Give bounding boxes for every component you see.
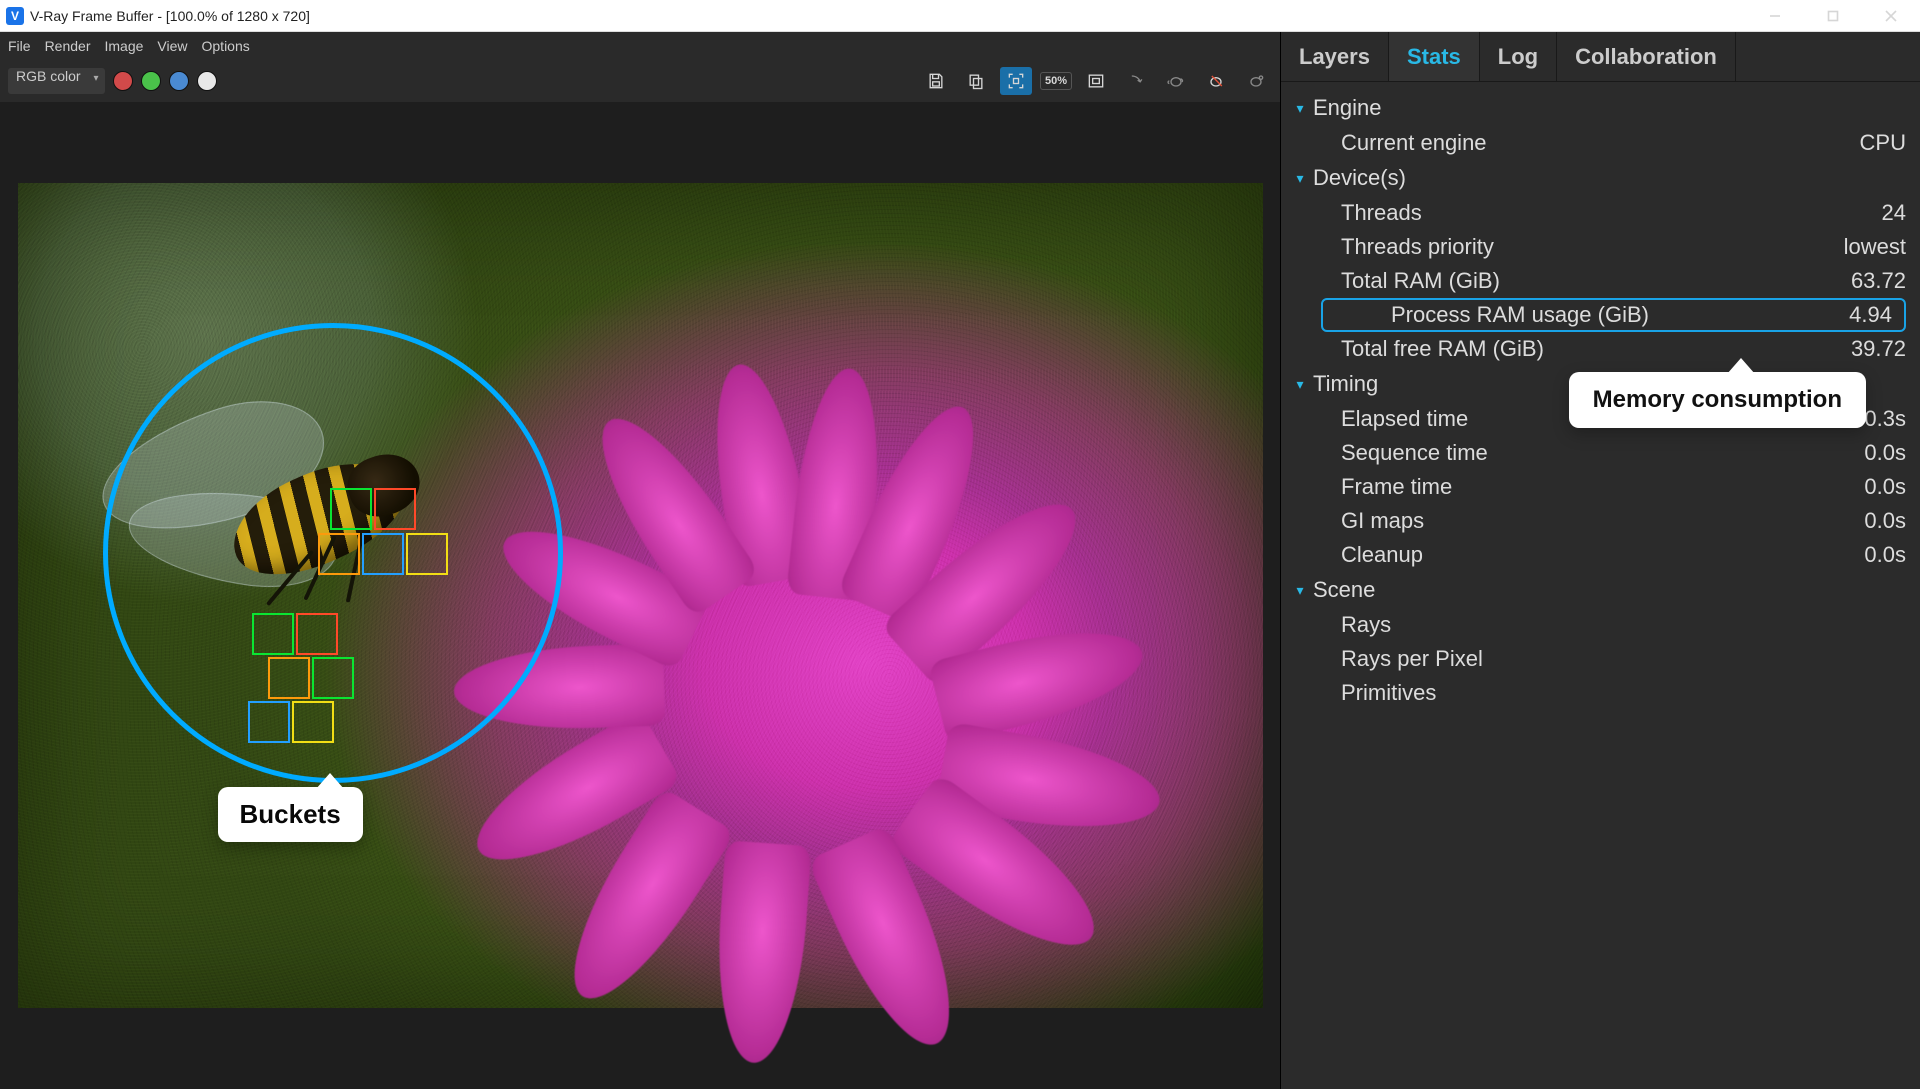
channel-dropdown-value: RGB color: [16, 68, 81, 84]
menu-options[interactable]: Options: [202, 38, 250, 54]
tab-collaboration[interactable]: Collaboration: [1557, 32, 1736, 81]
menu-file[interactable]: File: [8, 38, 31, 54]
stat-frame-time: Frame time 0.0s: [1291, 470, 1906, 504]
stat-free-ram: Total free RAM (GiB) 39.72: [1291, 332, 1906, 366]
callout-circle: [103, 323, 563, 783]
channel-dropdown[interactable]: RGB color: [8, 68, 105, 94]
render-image: Buckets: [18, 183, 1263, 1008]
interactive-render-button[interactable]: [1240, 67, 1272, 95]
stat-primitives: Primitives: [1291, 676, 1906, 710]
render-teapot-button[interactable]: [1160, 67, 1192, 95]
callout-memory-label: Memory consumption: [1569, 372, 1866, 428]
window-titlebar: V V-Ray Frame Buffer - [100.0% of 1280 x…: [0, 0, 1920, 32]
channel-blue-button[interactable]: [169, 71, 189, 91]
channel-green-button[interactable]: [141, 71, 161, 91]
fit-to-window-button[interactable]: [1080, 67, 1112, 95]
toolbar: RGB color 50%: [0, 60, 1280, 102]
section-scene[interactable]: ▾ Scene: [1291, 572, 1906, 608]
stat-rays-per-pixel: Rays per Pixel: [1291, 642, 1906, 676]
window-maximize-button[interactable]: [1804, 0, 1862, 32]
callout-buckets-label: Buckets: [218, 787, 363, 842]
save-image-button[interactable]: [920, 67, 952, 95]
tab-layers[interactable]: Layers: [1281, 32, 1389, 81]
stat-sequence-time: Sequence time 0.0s: [1291, 436, 1906, 470]
channel-mono-button[interactable]: [197, 71, 217, 91]
stat-rays: Rays: [1291, 608, 1906, 642]
chevron-down-icon: ▾: [1291, 582, 1309, 599]
render-last-button[interactable]: [1120, 67, 1152, 95]
stat-process-ram: Process RAM usage (GiB) 4.94: [1321, 298, 1906, 332]
stat-total-ram: Total RAM (GiB) 63.72: [1291, 264, 1906, 298]
zoom-percent-display[interactable]: 50%: [1040, 67, 1072, 95]
window-title: V-Ray Frame Buffer - [100.0% of 1280 x 7…: [30, 8, 310, 24]
menu-image[interactable]: Image: [104, 38, 143, 54]
copy-image-button[interactable]: [960, 67, 992, 95]
window-close-button[interactable]: [1862, 0, 1920, 32]
callout-memory: Memory consumption: [1569, 372, 1866, 428]
region-render-button[interactable]: [1000, 67, 1032, 95]
chevron-down-icon: ▾: [1291, 100, 1309, 117]
stat-threads: Threads 24: [1291, 196, 1906, 230]
stat-cleanup: Cleanup 0.0s: [1291, 538, 1906, 572]
stat-gi-maps: GI maps 0.0s: [1291, 504, 1906, 538]
tab-stats[interactable]: Stats: [1389, 32, 1480, 81]
menubar: File Render Image View Options: [0, 32, 1280, 60]
section-timing-label: Timing: [1313, 371, 1378, 397]
menu-render[interactable]: Render: [45, 38, 91, 54]
window-minimize-button[interactable]: [1746, 0, 1804, 32]
chevron-down-icon: ▾: [1291, 170, 1309, 187]
stat-current-engine: Current engine CPU: [1291, 126, 1906, 160]
render-viewport[interactable]: Buckets: [0, 102, 1280, 1089]
section-devices[interactable]: ▾ Device(s): [1291, 160, 1906, 196]
menu-view[interactable]: View: [157, 38, 187, 54]
tab-log[interactable]: Log: [1480, 32, 1557, 81]
section-devices-label: Device(s): [1313, 165, 1406, 191]
side-tabs: Layers Stats Log Collaboration: [1281, 32, 1920, 82]
stat-threads-priority: Threads priority lowest: [1291, 230, 1906, 264]
channel-red-button[interactable]: [113, 71, 133, 91]
section-scene-label: Scene: [1313, 577, 1375, 603]
stop-render-button[interactable]: [1200, 67, 1232, 95]
zoom-percent-label: 50%: [1040, 72, 1072, 90]
app-logo-icon: V: [6, 7, 24, 25]
section-engine[interactable]: ▾ Engine: [1291, 90, 1906, 126]
stats-panel: ▾ Engine Current engine CPU ▾ Device(s) …: [1281, 82, 1920, 1089]
chevron-down-icon: ▾: [1291, 376, 1309, 393]
section-engine-label: Engine: [1313, 95, 1382, 121]
